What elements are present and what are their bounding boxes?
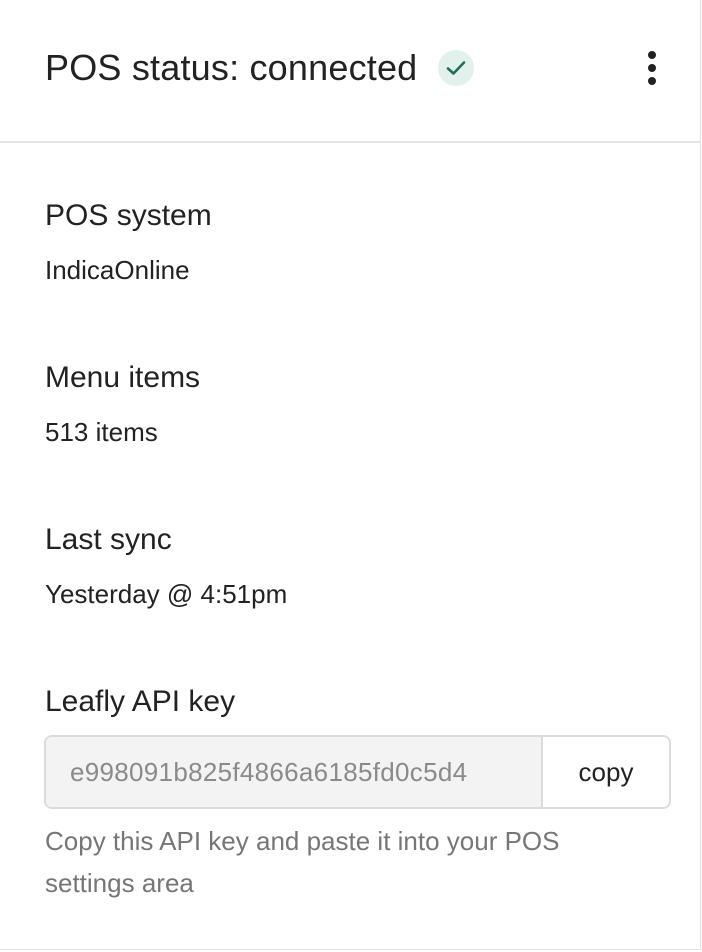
- menu-items-value: 513 items: [45, 417, 158, 447]
- last-sync-value: Yesterday @ 4:51pm: [45, 579, 288, 609]
- kebab-dot: [648, 64, 656, 72]
- page-title: POS status: connected: [45, 47, 418, 88]
- api-key-group: copy: [44, 735, 671, 809]
- pos-system-value: IndicaOnline: [45, 255, 190, 285]
- menu-items-label: Menu items: [45, 361, 201, 394]
- last-sync-label: Last sync: [45, 523, 172, 556]
- copy-button[interactable]: copy: [543, 737, 669, 807]
- pos-system-label: POS system: [45, 199, 212, 232]
- api-key-field[interactable]: [46, 737, 543, 807]
- check-icon: [438, 50, 474, 86]
- api-key-helper-text: Copy this API key and paste it into your…: [45, 826, 560, 898]
- api-key-label: Leafly API key: [45, 685, 236, 718]
- kebab-dot: [648, 51, 656, 59]
- card-header: POS status: connected: [0, 0, 700, 143]
- kebab-menu-icon[interactable]: [634, 46, 670, 90]
- pos-status-card: POS status: connected POS system IndicaO…: [0, 0, 701, 950]
- kebab-dot: [648, 77, 656, 85]
